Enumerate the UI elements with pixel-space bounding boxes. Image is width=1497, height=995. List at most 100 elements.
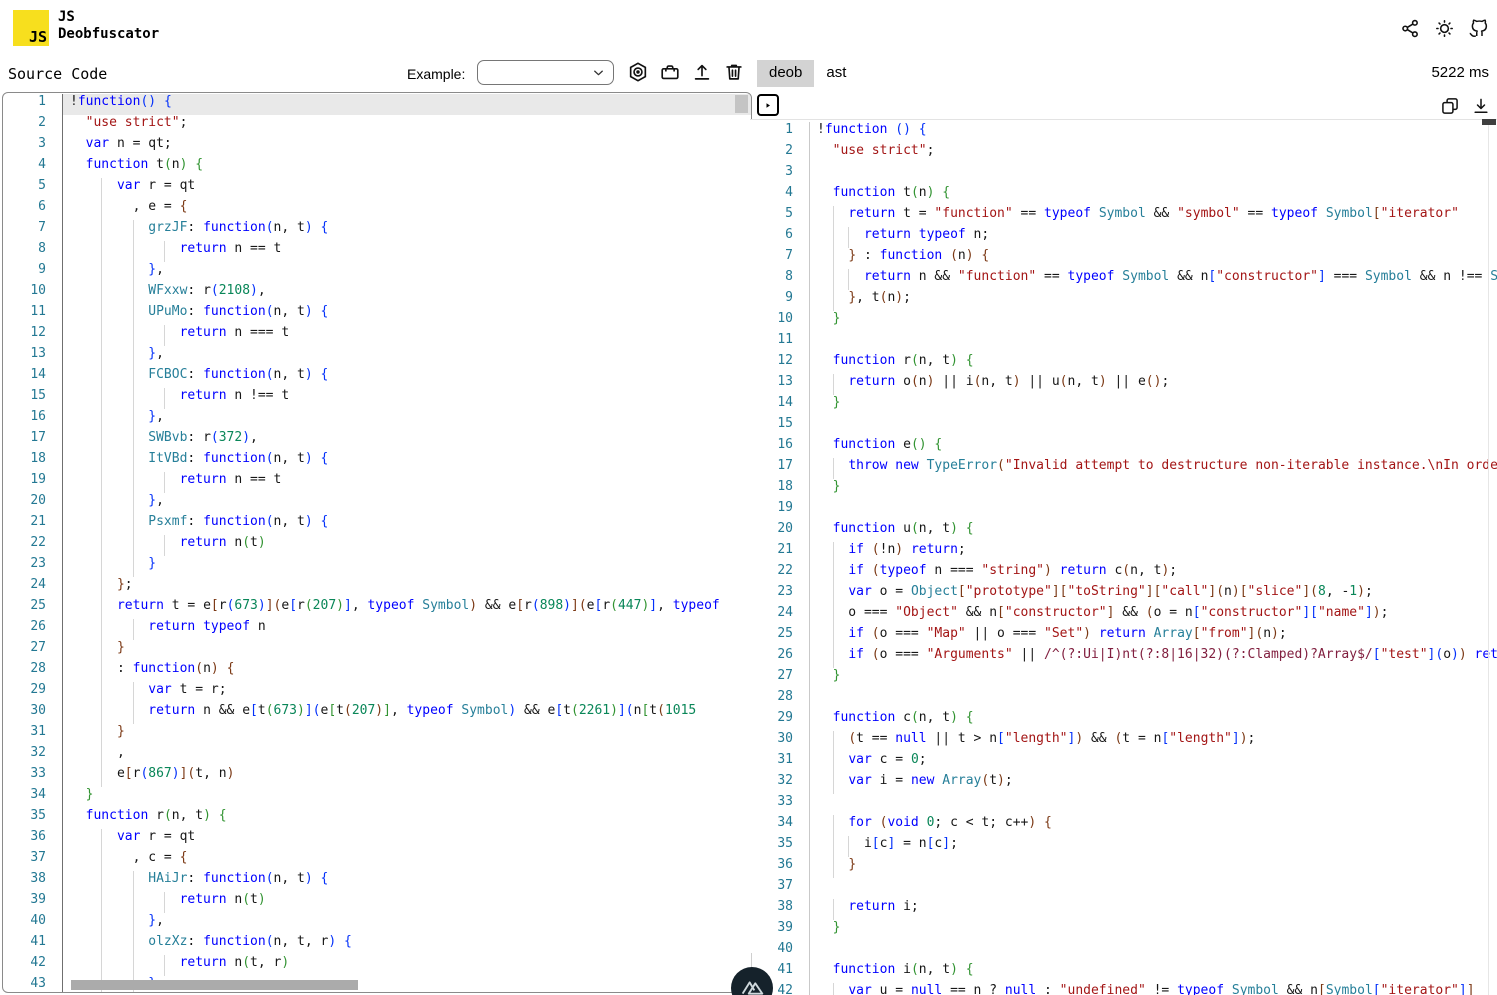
settings-icon[interactable] (627, 61, 649, 83)
code-line[interactable]: 17 SWBvb: r(372), (3, 430, 751, 451)
code-line[interactable]: 20 function u(n, t) { (750, 521, 1497, 542)
code-line[interactable]: 9 }, t(n); (750, 290, 1497, 311)
code-line[interactable]: 39 return n(t) (3, 892, 751, 913)
code-line[interactable]: 21 if (!n) return; (750, 542, 1497, 563)
code-line[interactable]: 41 function i(n, t) { (750, 962, 1497, 983)
code-line[interactable]: 38 HAiJr: function(n, t) { (3, 871, 751, 892)
code-line[interactable]: 27 } (3, 640, 751, 661)
output-code-editor[interactable]: 1!function () {2 "use strict";34 functio… (750, 119, 1497, 995)
code-line[interactable]: 26 if (o === "Arguments" || /^(?:Ui|I)nt… (750, 647, 1497, 668)
share-icon[interactable] (1399, 17, 1421, 39)
code-line[interactable]: 15 return n !== t (3, 388, 751, 409)
code-line[interactable]: 37 , c = { (3, 850, 751, 871)
run-icon[interactable] (757, 94, 779, 116)
code-line[interactable]: 24 o === "Object" && n["constructor"] &&… (750, 605, 1497, 626)
code-line[interactable]: 29 var t = r; (3, 682, 751, 703)
code-line[interactable]: 33 (750, 794, 1497, 815)
code-line[interactable]: 31 } (3, 724, 751, 745)
source-code-editor[interactable]: 1!function() {2 "use strict";3 var n = q… (2, 92, 752, 993)
code-line[interactable]: 20 }, (3, 493, 751, 514)
code-line[interactable]: 10 } (750, 311, 1497, 332)
code-line[interactable]: 17 throw new TypeError("Invalid attempt … (750, 458, 1497, 479)
code-line[interactable]: 28 (750, 689, 1497, 710)
code-line[interactable]: 6 return typeof n; (750, 227, 1497, 248)
code-line[interactable]: 27 } (750, 668, 1497, 689)
tab-deob[interactable]: deob (757, 60, 814, 87)
code-line[interactable]: 28 : function(n) { (3, 661, 751, 682)
code-line[interactable]: 8 return n && "function" == typeof Symbo… (750, 269, 1497, 290)
code-line[interactable]: 4 function t(n) { (3, 157, 751, 178)
code-line[interactable]: 7 grzJF: function(n, t) { (3, 220, 751, 241)
toolbox-icon[interactable] (659, 61, 681, 83)
code-line[interactable]: 11 (750, 332, 1497, 353)
code-line[interactable]: 6 , e = { (3, 199, 751, 220)
source-vertical-scrollbar[interactable] (735, 95, 748, 113)
code-line[interactable]: 2 "use strict"; (3, 115, 751, 136)
code-line[interactable]: 18 } (750, 479, 1497, 500)
code-line[interactable]: 26 return typeof n (3, 619, 751, 640)
copy-icon[interactable] (1439, 95, 1461, 117)
code-line[interactable]: 11 UPuMo: function(n, t) { (3, 304, 751, 325)
code-line[interactable]: 25 return t = e[r(673)](e[r(207)], typeo… (3, 598, 751, 619)
code-line[interactable]: 3 var n = qt; (3, 136, 751, 157)
code-line[interactable]: 4 function t(n) { (750, 185, 1497, 206)
code-line[interactable]: 7 } : function (n) { (750, 248, 1497, 269)
code-line[interactable]: 37 (750, 878, 1497, 899)
example-select[interactable] (477, 60, 614, 85)
code-line[interactable]: 13 return o(n) || i(n, t) || u(n, t) || … (750, 374, 1497, 395)
code-line[interactable]: 18 ItVBd: function(n, t) { (3, 451, 751, 472)
code-line[interactable]: 25 if (o === "Map" || o === "Set") retur… (750, 626, 1497, 647)
code-line[interactable]: 3 (750, 164, 1497, 185)
code-line[interactable]: 23 var o = Object["prototype"]["toString… (750, 584, 1497, 605)
code-line[interactable]: 42 return n(t, r) (3, 955, 751, 976)
code-line[interactable]: 29 function c(n, t) { (750, 710, 1497, 731)
output-vertical-scrollbar[interactable] (1482, 119, 1496, 125)
code-line[interactable]: 14 FCBOC: function(n, t) { (3, 367, 751, 388)
theme-toggle-icon[interactable] (1433, 17, 1455, 39)
code-line[interactable]: 30 return n && e[t(673)](e[t(207)], type… (3, 703, 751, 724)
code-line[interactable]: 35 function r(n, t) { (3, 808, 751, 829)
code-line[interactable]: 42 var u = null == n ? null : "undefined… (750, 983, 1497, 995)
code-line[interactable]: 21 Psxmf: function(n, t) { (3, 514, 751, 535)
code-line[interactable]: 34 } (3, 787, 751, 808)
code-line[interactable]: 5 return t = "function" == typeof Symbol… (750, 206, 1497, 227)
code-line[interactable]: 2 "use strict"; (750, 143, 1497, 164)
code-line[interactable]: 35 i[c] = n[c]; (750, 836, 1497, 857)
code-line[interactable]: 16 function e() { (750, 437, 1497, 458)
trash-icon[interactable] (723, 61, 745, 83)
code-line[interactable]: 8 return n == t (3, 241, 751, 262)
download-icon[interactable] (1470, 95, 1492, 117)
code-line[interactable]: 24 }; (3, 577, 751, 598)
code-line[interactable]: 1!function() { (3, 94, 751, 115)
code-line[interactable]: 41 olzXz: function(n, t, r) { (3, 934, 751, 955)
code-line[interactable]: 10 WFxxw: r(2108), (3, 283, 751, 304)
code-line[interactable]: 39 } (750, 920, 1497, 941)
code-line[interactable]: 22 return n(t) (3, 535, 751, 556)
code-line[interactable]: 40 }, (3, 913, 751, 934)
code-line[interactable]: 19 return n == t (3, 472, 751, 493)
code-line[interactable]: 36 var r = qt (3, 829, 751, 850)
code-line[interactable]: 32 var i = new Array(t); (750, 773, 1497, 794)
code-line[interactable]: 16 }, (3, 409, 751, 430)
code-line[interactable]: 32 , (3, 745, 751, 766)
code-line[interactable]: 34 for (void 0; c < t; c++) { (750, 815, 1497, 836)
code-line[interactable]: 14 } (750, 395, 1497, 416)
code-line[interactable]: 30 (t == null || t > n["length"]) && (t … (750, 731, 1497, 752)
code-line[interactable]: 13 }, (3, 346, 751, 367)
code-line[interactable]: 12 function r(n, t) { (750, 353, 1497, 374)
code-line[interactable]: 9 }, (3, 262, 751, 283)
upload-icon[interactable] (691, 61, 713, 83)
code-line[interactable]: 33 e[r(867)](t, n) (3, 766, 751, 787)
code-line[interactable]: 36 } (750, 857, 1497, 878)
code-line[interactable]: 5 var r = qt (3, 178, 751, 199)
tab-ast[interactable]: ast (814, 60, 858, 87)
code-line[interactable]: 22 if (typeof n === "string") return c(n… (750, 563, 1497, 584)
code-line[interactable]: 38 return i; (750, 899, 1497, 920)
code-line[interactable]: 23 } (3, 556, 751, 577)
code-line[interactable]: 31 var c = 0; (750, 752, 1497, 773)
code-line[interactable]: 12 return n === t (3, 325, 751, 346)
github-icon[interactable] (1467, 17, 1489, 39)
code-line[interactable]: 40 (750, 941, 1497, 962)
code-line[interactable]: 15 (750, 416, 1497, 437)
code-line[interactable]: 19 (750, 500, 1497, 521)
